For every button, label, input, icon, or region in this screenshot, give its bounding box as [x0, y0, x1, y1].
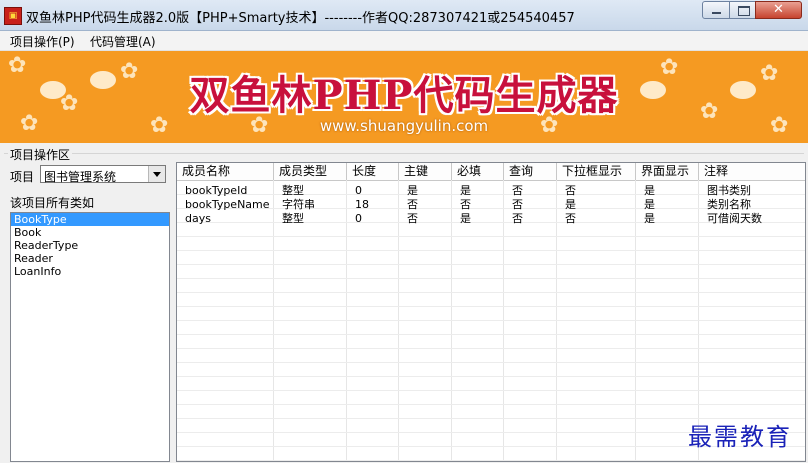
project-select[interactable]: 图书管理系统 [40, 165, 166, 184]
maximize-icon [738, 6, 750, 16]
project-select-value: 图书管理系统 [44, 170, 117, 184]
grid-row-line [177, 390, 805, 391]
cell-required[interactable]: 否 [452, 199, 471, 211]
cell-query[interactable]: 否 [504, 185, 523, 197]
class-list-item[interactable]: BookType [11, 213, 169, 226]
classes-label: 该项目所有类如 [10, 196, 95, 210]
cell-required[interactable]: 是 [452, 213, 471, 225]
close-icon: ✕ [773, 2, 784, 17]
column-header[interactable]: 必填 [452, 163, 504, 180]
cell-name[interactable]: bookTypeId [177, 185, 247, 197]
class-list-item[interactable]: LoanInfo [11, 265, 169, 278]
cell-comment[interactable]: 图书类别 [699, 185, 751, 197]
menu-code[interactable]: 代码管理(A) [90, 33, 156, 50]
cell-comment[interactable]: 可借阅天数 [699, 213, 762, 225]
cell-ui-display[interactable]: 是 [636, 185, 655, 197]
grid-row-line [177, 362, 805, 363]
minimize-icon [712, 12, 721, 14]
table-row[interactable]: days 整型 0 否 是 否 否 是 可借阅天数 [177, 213, 805, 225]
cell-ui-display[interactable]: 是 [636, 199, 655, 211]
grid-row-line [177, 460, 805, 461]
grid-row-line [177, 334, 805, 335]
table-row[interactable]: bookTypeId 整型 0 是 是 否 否 是 图书类别 [177, 185, 805, 197]
column-header[interactable]: 成员类型 [274, 163, 347, 180]
cell-query[interactable]: 否 [504, 199, 523, 211]
grid-row-line [177, 376, 805, 377]
cell-dropdown-display[interactable]: 否 [557, 185, 576, 197]
maximize-button[interactable] [729, 1, 756, 19]
cell-dropdown-display[interactable]: 否 [557, 213, 576, 225]
cell-length[interactable]: 0 [347, 213, 362, 225]
cell-name[interactable]: days [177, 213, 211, 225]
column-header[interactable]: 界面显示 [636, 163, 699, 180]
class-list-item[interactable]: Reader [11, 252, 169, 265]
class-list[interactable]: BookType Book ReaderType Reader LoanInfo [10, 212, 170, 462]
app-icon: ▣ [4, 7, 22, 25]
group-divider [4, 153, 804, 154]
grid-row-line [177, 320, 805, 321]
cell-primary-key[interactable]: 否 [399, 213, 418, 225]
minimize-button[interactable] [702, 1, 730, 19]
cell-comment[interactable]: 类别名称 [699, 199, 751, 211]
cell-type[interactable]: 整型 [274, 213, 304, 225]
chevron-down-icon [153, 172, 161, 177]
column-header[interactable]: 下拉框显示 [557, 163, 636, 180]
window-title: 双鱼林PHP代码生成器2.0版【PHP+Smarty技术】--------作者Q… [26, 11, 575, 26]
grid-row-line [177, 306, 805, 307]
cell-type[interactable]: 整型 [274, 185, 304, 197]
cell-query[interactable]: 否 [504, 213, 523, 225]
close-button[interactable]: ✕ [755, 1, 802, 19]
column-header[interactable]: 查询 [504, 163, 557, 180]
cell-primary-key[interactable]: 是 [399, 185, 418, 197]
banner-title: 双鱼林PHP代码生成器 [189, 72, 619, 119]
group-label: 项目操作区 [8, 146, 73, 163]
cell-length[interactable]: 18 [347, 199, 369, 211]
watermark: 最需教育 [688, 423, 792, 451]
column-header[interactable]: 长度 [347, 163, 399, 180]
cell-type[interactable]: 字符串 [274, 199, 315, 211]
title-bar: ▣ 双鱼林PHP代码生成器2.0版【PHP+Smarty技术】--------作… [0, 0, 808, 31]
project-select-dropdown-button[interactable] [148, 166, 165, 182]
grid-row-line [177, 264, 805, 265]
column-header[interactable]: 成员名称 [177, 163, 274, 180]
table-row[interactable]: bookTypeName 字符串 18 否 否 否 是 是 类别名称 [177, 199, 805, 211]
cell-required[interactable]: 是 [452, 185, 471, 197]
cell-ui-display[interactable]: 是 [636, 213, 655, 225]
menu-bar: 项目操作(P) 代码管理(A) [0, 31, 808, 51]
grid-row-line [177, 278, 805, 279]
class-list-item[interactable]: Book [11, 226, 169, 239]
banner-url: www.shuangyulin.com [319, 117, 489, 135]
menu-project[interactable]: 项目操作(P) [10, 33, 75, 50]
grid-row-line [177, 250, 805, 251]
grid-row-line [177, 236, 805, 237]
banner: ✿ ✿ ✿ ✿ ✿ ✿ ✿ ✿ ✿ ✿ ✿ 双鱼林PHP代码生成器 www.sh… [0, 51, 808, 143]
grid-row-line [177, 404, 805, 405]
project-label: 项目 [10, 170, 35, 184]
cell-dropdown-display[interactable]: 是 [557, 199, 576, 211]
cell-primary-key[interactable]: 否 [399, 199, 418, 211]
column-header[interactable]: 注释 [699, 163, 805, 180]
grid-row-line [177, 292, 805, 293]
grid-row-line [177, 348, 805, 349]
column-header[interactable]: 主键 [399, 163, 452, 180]
cell-length[interactable]: 0 [347, 185, 362, 197]
grid-header: 成员名称 成员类型 长度 主键 必填 查询 下拉框显示 界面显示 注释 [177, 163, 805, 181]
cell-name[interactable]: bookTypeName [177, 199, 270, 211]
class-list-item[interactable]: ReaderType [11, 239, 169, 252]
